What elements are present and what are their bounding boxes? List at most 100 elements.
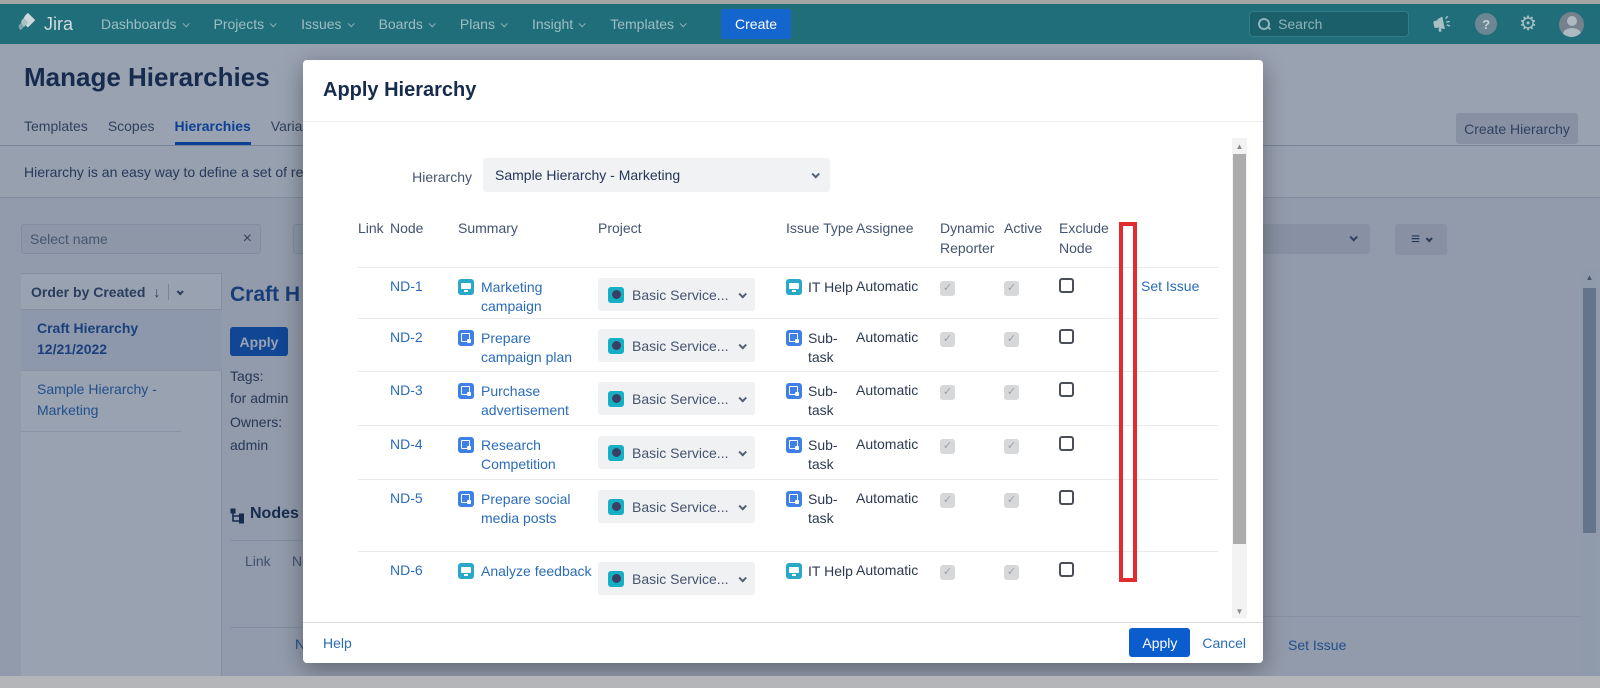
issue-type-cell: IT Help (786, 562, 856, 622)
active-checkbox[interactable] (1004, 385, 1019, 400)
nav-item-projects[interactable]: Projects (214, 16, 276, 32)
summary-link[interactable]: Prepare campaign plan (481, 329, 589, 367)
avatar[interactable] (1559, 12, 1584, 37)
project-cell: Basic Service... (598, 436, 786, 479)
screen: Jira Dashboards Projects Issues Boards P… (0, 0, 1600, 688)
screen-edge-top (0, 0, 1600, 4)
summary-cell: Analyze feedback (458, 562, 598, 622)
chevron-down-icon (429, 20, 436, 27)
project-select[interactable]: Basic Service... (598, 329, 755, 362)
node-link[interactable]: ND-1 (390, 278, 423, 294)
modal-body: Hierarchy Sample Hierarchy - Marketing L… (303, 122, 1263, 622)
node-link[interactable]: ND-3 (390, 382, 423, 398)
nav-item-dashboards[interactable]: Dashboards (101, 16, 188, 32)
project-select[interactable]: Basic Service... (598, 490, 755, 523)
nav-item-boards[interactable]: Boards (379, 16, 434, 32)
active-checkbox[interactable] (1004, 565, 1019, 580)
summary-link[interactable]: Analyze feedback (481, 562, 598, 581)
jira-logo[interactable]: Jira (16, 11, 73, 38)
summary-cell: Purchase advertisement (458, 382, 598, 425)
node-link[interactable]: ND-2 (390, 329, 423, 345)
summary-link[interactable]: Research Competition (481, 436, 589, 474)
exclude-node-checkbox[interactable] (1059, 278, 1074, 293)
project-select-value: Basic Service... (632, 338, 728, 354)
node-cell: ND-4 (390, 436, 458, 479)
summary-cell: Research Competition (458, 436, 598, 479)
exclude-node-checkbox[interactable] (1059, 329, 1074, 344)
chevron-down-icon (738, 502, 746, 510)
nav-item-label: Issues (301, 16, 341, 32)
project-select[interactable]: Basic Service... (598, 562, 755, 595)
issue-type-cell: Sub-task (786, 382, 856, 425)
apply-hierarchy-modal: Apply Hierarchy Hierarchy Sample Hierarc… (303, 60, 1263, 663)
jira-logo-text: Jira (44, 14, 73, 35)
nav-item-issues[interactable]: Issues (301, 16, 352, 32)
modal-scrollbar-thumb[interactable] (1233, 154, 1246, 544)
issue-type-label: Sub-task (808, 436, 854, 474)
set-issue-link[interactable]: Set Issue (1141, 278, 1199, 294)
dynamic-reporter-checkbox[interactable] (940, 332, 955, 347)
node-link[interactable]: ND-6 (390, 562, 423, 578)
project-select-value: Basic Service... (632, 391, 728, 407)
issue-type-label: IT Help (808, 278, 854, 297)
nav-item-plans[interactable]: Plans (460, 16, 506, 32)
active-checkbox[interactable] (1004, 439, 1019, 454)
nav-item-templates[interactable]: Templates (610, 16, 685, 32)
summary-link[interactable]: Prepare social media posts (481, 490, 589, 528)
link-cell (358, 490, 390, 551)
active-checkbox[interactable] (1004, 281, 1019, 296)
chevron-down-icon (738, 448, 746, 456)
nav-item-label: Boards (379, 16, 423, 32)
active-cell (1004, 329, 1059, 371)
active-checkbox[interactable] (1004, 493, 1019, 508)
node-link[interactable]: ND-5 (390, 490, 423, 506)
project-select[interactable]: Basic Service... (598, 382, 755, 415)
exclude-node-checkbox[interactable] (1059, 490, 1074, 505)
exclude-node-checkbox[interactable] (1059, 562, 1074, 577)
dynamic-reporter-checkbox[interactable] (940, 385, 955, 400)
dynamic-reporter-checkbox[interactable] (940, 493, 955, 508)
project-select[interactable]: Basic Service... (598, 436, 755, 469)
link-cell (358, 278, 390, 318)
nav-search-box[interactable] (1249, 11, 1409, 37)
it-help-icon (786, 279, 802, 295)
project-avatar-icon (608, 445, 624, 461)
exclude-node-checkbox[interactable] (1059, 436, 1074, 451)
scroll-up-icon[interactable]: ▲ (1232, 138, 1247, 151)
gear-icon[interactable]: ⚙ (1519, 14, 1537, 34)
project-select[interactable]: Basic Service... (598, 278, 755, 311)
subtask-icon (786, 437, 802, 453)
annotation-red-rectangle (1119, 222, 1137, 582)
nav-item-label: Templates (610, 16, 674, 32)
modal-scrollbar[interactable]: ▲ ▼ (1232, 138, 1247, 618)
hierarchy-select-value: Sample Hierarchy - Marketing (495, 167, 680, 183)
create-button[interactable]: Create (721, 9, 791, 39)
megaphone-icon[interactable] (1431, 14, 1453, 34)
cancel-link[interactable]: Cancel (1202, 635, 1246, 651)
hierarchy-select[interactable]: Sample Hierarchy - Marketing (483, 158, 830, 192)
dynamic-reporter-checkbox[interactable] (940, 439, 955, 454)
scroll-down-icon[interactable]: ▼ (1232, 607, 1247, 616)
nav-item-insight[interactable]: Insight (532, 16, 584, 32)
table-row: ND-3 Purchase advertisement Basic Servic… (358, 371, 1218, 425)
top-navbar: Jira Dashboards Projects Issues Boards P… (0, 4, 1600, 44)
help-link[interactable]: Help (323, 635, 352, 651)
project-select-value: Basic Service... (632, 499, 728, 515)
node-cell: ND-6 (390, 562, 458, 622)
active-checkbox[interactable] (1004, 332, 1019, 347)
summary-link[interactable]: Marketing campaign (481, 278, 589, 316)
dynamic-reporter-checkbox[interactable] (940, 565, 955, 580)
apply-button[interactable]: Apply (1129, 628, 1190, 657)
exclude-node-checkbox[interactable] (1059, 382, 1074, 397)
dynamic-reporter-checkbox[interactable] (940, 281, 955, 296)
assignee-cell: Automatic (856, 382, 940, 425)
node-link[interactable]: ND-4 (390, 436, 423, 452)
summary-link[interactable]: Purchase advertisement (481, 382, 589, 420)
modal-title: Apply Hierarchy (323, 79, 476, 102)
help-icon[interactable]: ? (1475, 13, 1497, 35)
table-row: ND-1 Marketing campaign Basic Service...… (358, 267, 1218, 318)
jira-logo-icon (16, 11, 38, 38)
subtask-icon (458, 330, 474, 346)
search-input[interactable] (1278, 16, 1388, 32)
nav-item-label: Insight (532, 16, 573, 32)
